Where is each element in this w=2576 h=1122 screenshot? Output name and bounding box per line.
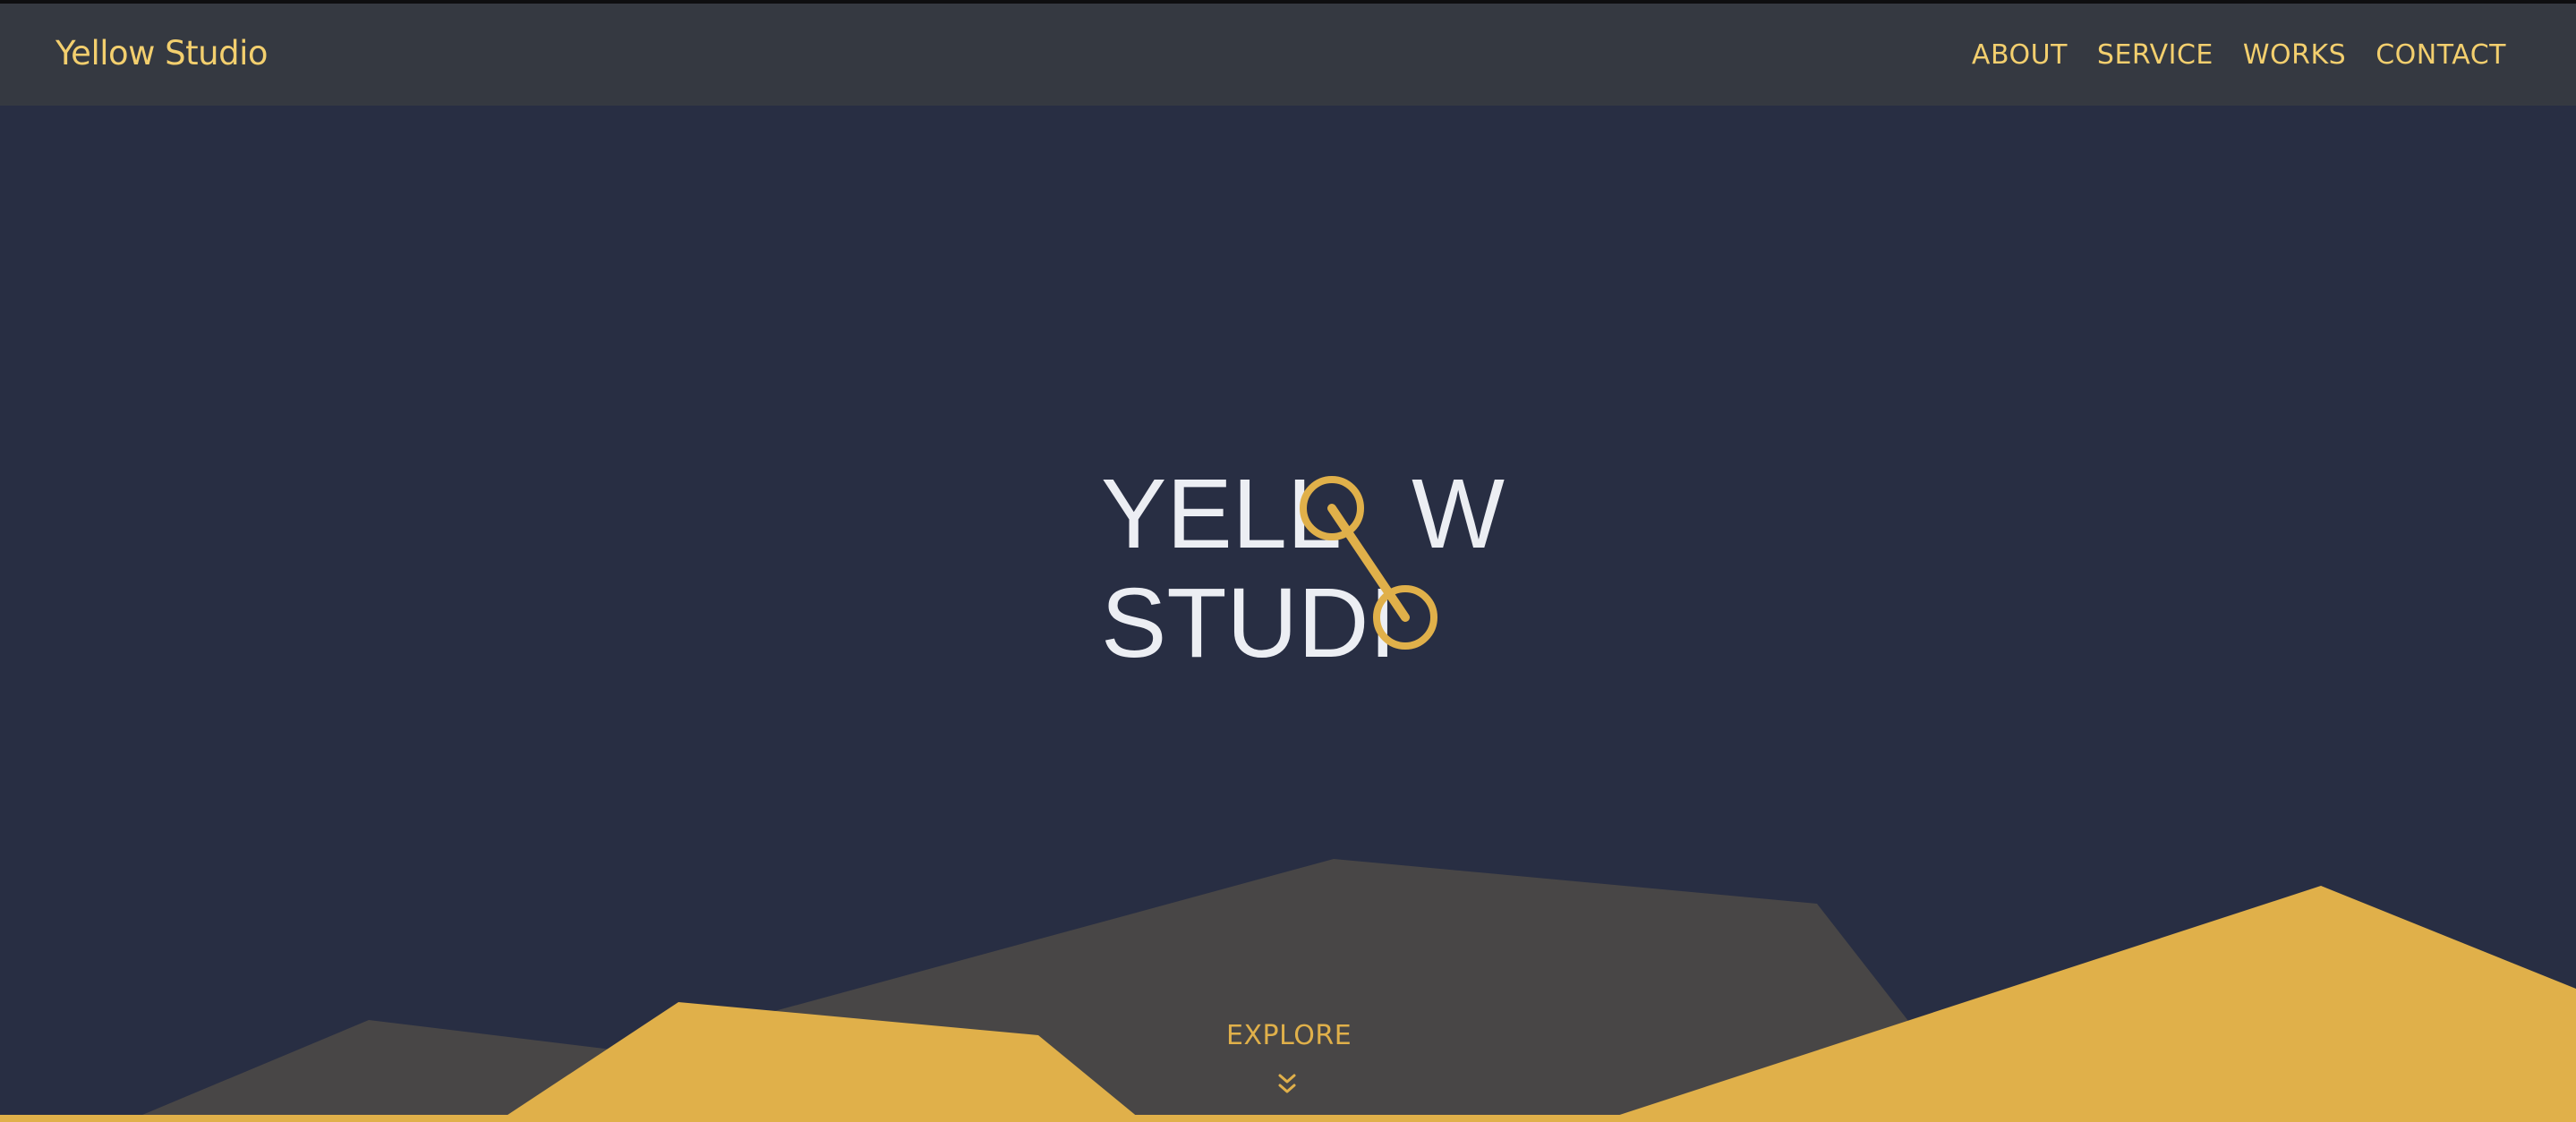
hero-logo: YELL W STUDI bbox=[1101, 456, 1505, 673]
double-chevron-down-icon[interactable] bbox=[1275, 1072, 1299, 1099]
page: Yellow Studio ABOUT SERVICE WORKS CONTAC… bbox=[0, 0, 2576, 1122]
bottom-strip bbox=[0, 1115, 2576, 1122]
logo-link-mark bbox=[1300, 476, 1437, 650]
explore-label[interactable]: EXPLORE bbox=[1226, 1020, 1352, 1051]
